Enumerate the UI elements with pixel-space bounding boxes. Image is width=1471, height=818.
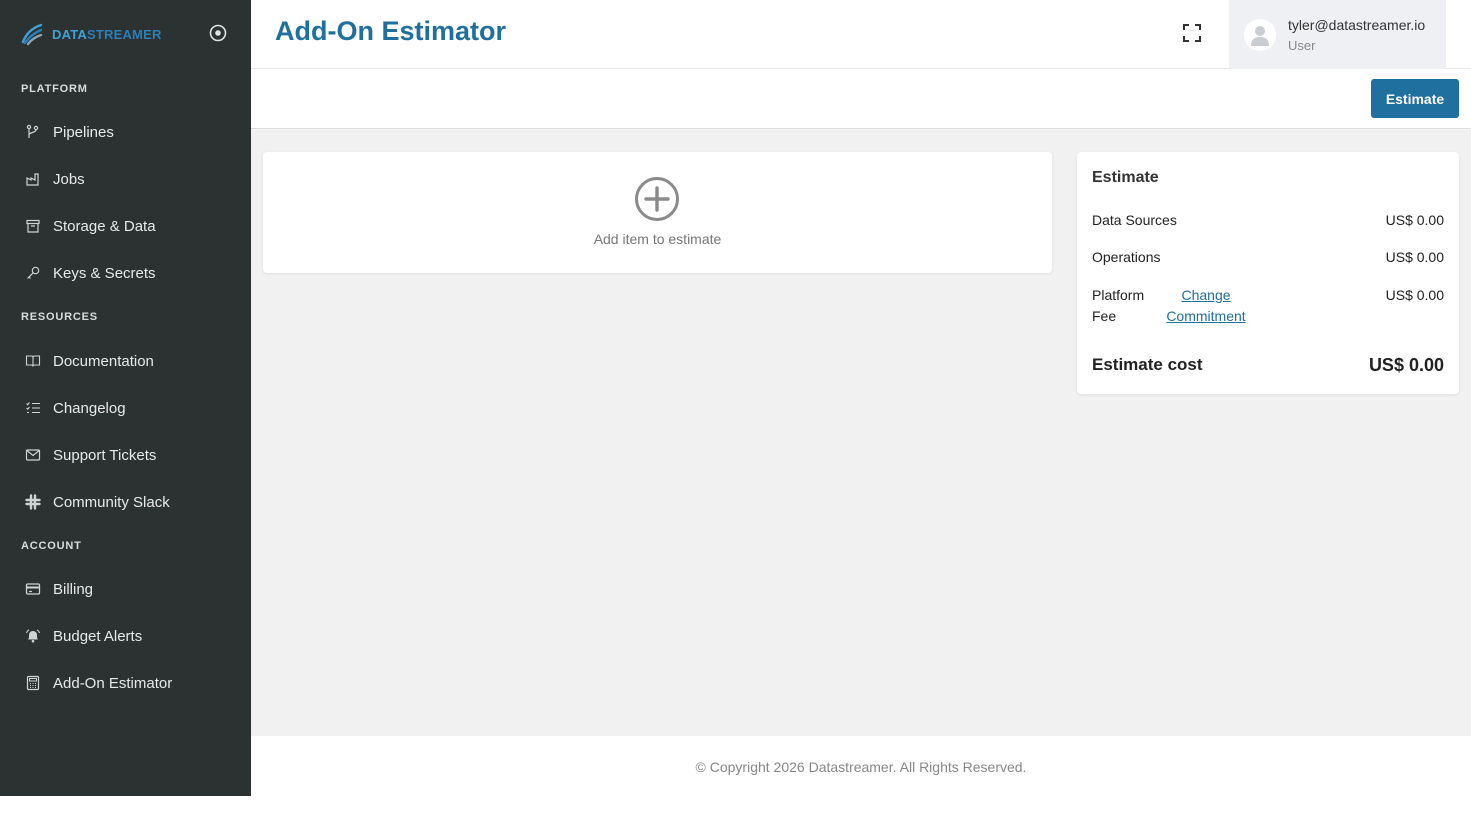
page-title: Add-On Estimator bbox=[275, 16, 507, 46]
sidebar-toggle-button[interactable] bbox=[208, 23, 228, 43]
brand-name: DATASTREAMER bbox=[52, 26, 162, 42]
sidebar-item-label: Jobs bbox=[53, 170, 85, 188]
bell-icon bbox=[25, 628, 41, 644]
archive-icon bbox=[25, 218, 41, 234]
estimate-button[interactable]: Estimate bbox=[1371, 79, 1459, 118]
sidebar-item-support-tickets[interactable]: Support Tickets bbox=[0, 435, 251, 475]
operations-value: US$ 0.00 bbox=[1385, 249, 1444, 265]
action-toolbar: Estimate bbox=[251, 69, 1471, 129]
change-commitment-link[interactable]: Change Commitment bbox=[1161, 285, 1251, 327]
book-icon bbox=[25, 353, 41, 369]
envelope-icon bbox=[25, 447, 41, 463]
factory-icon bbox=[25, 171, 41, 187]
sidebar-item-add-on-estimator[interactable]: Add-On Estimator bbox=[0, 663, 251, 703]
branch-icon bbox=[25, 124, 41, 140]
estimate-cost-value: US$ 0.00 bbox=[1368, 355, 1444, 375]
sidebar: DATASTREAMER PLATFORM Pipelines Jobs Sto… bbox=[0, 0, 251, 796]
datastreamer-logo-icon bbox=[21, 23, 43, 46]
sidebar-item-label: Billing bbox=[53, 580, 94, 598]
user-role: User bbox=[1288, 37, 1316, 53]
sidebar-item-documentation[interactable]: Documentation bbox=[0, 341, 251, 381]
sidebar-item-label: Support Tickets bbox=[53, 446, 157, 464]
sidebar-item-community-slack[interactable]: Community Slack bbox=[0, 482, 251, 522]
sidebar-item-jobs[interactable]: Jobs bbox=[0, 159, 251, 199]
sidebar-item-label: Storage & Data bbox=[53, 217, 156, 235]
user-email: tyler@datastreamer.io bbox=[1288, 16, 1426, 33]
top-header: Add-On Estimator tyler@datastreamer.io U… bbox=[251, 0, 1471, 69]
sidebar-item-changelog[interactable]: Changelog bbox=[0, 388, 251, 428]
slack-icon bbox=[25, 494, 41, 510]
sidebar-item-storage-data[interactable]: Storage & Data bbox=[0, 206, 251, 246]
sidebar-item-label: Add-On Estimator bbox=[53, 674, 173, 692]
sidebar-item-label: Documentation bbox=[53, 352, 154, 370]
fullscreen-icon bbox=[1183, 24, 1201, 42]
change-commitment-link-line2: Commitment bbox=[1166, 308, 1246, 324]
platform-fee-label-line1: Platform bbox=[1092, 287, 1145, 303]
platform-fee-value: US$ 0.00 bbox=[1385, 287, 1444, 303]
data-sources-label: Data Sources bbox=[1092, 212, 1177, 228]
copyright-text: © Copyright 2026 Datastreamer. All Right… bbox=[695, 759, 1027, 775]
estimate-title: Estimate bbox=[1092, 169, 1159, 186]
estimate-summary-card: Estimate Data Sources US$ 0.00 Operation… bbox=[1077, 152, 1459, 394]
sidebar-item-keys-secrets[interactable]: Keys & Secrets bbox=[0, 253, 251, 293]
plus-circle-icon bbox=[635, 177, 679, 221]
user-menu[interactable]: tyler@datastreamer.io User bbox=[1229, 0, 1446, 69]
calculator-icon bbox=[25, 675, 41, 691]
sidebar-item-label: Budget Alerts bbox=[53, 627, 143, 645]
sidebar-item-label: Pipelines bbox=[53, 123, 114, 141]
fullscreen-button[interactable] bbox=[1181, 22, 1203, 44]
data-sources-value: US$ 0.00 bbox=[1385, 212, 1444, 228]
avatar bbox=[1244, 18, 1276, 51]
operations-label: Operations bbox=[1092, 249, 1161, 265]
add-item-card[interactable]: Add item to estimate bbox=[263, 152, 1052, 273]
credit-card-icon bbox=[25, 581, 41, 597]
sidebar-item-billing[interactable]: Billing bbox=[0, 569, 251, 609]
list-check-icon bbox=[25, 400, 41, 416]
footer: © Copyright 2026 Datastreamer. All Right… bbox=[251, 736, 1471, 796]
section-label-platform: PLATFORM bbox=[21, 83, 88, 95]
sidebar-item-pipelines[interactable]: Pipelines bbox=[0, 112, 251, 152]
brand-logo[interactable]: DATASTREAMER bbox=[20, 22, 162, 46]
estimate-cost-label: Estimate cost bbox=[1092, 355, 1203, 374]
section-label-account: ACCOUNT bbox=[21, 540, 82, 552]
sidebar-item-label: Changelog bbox=[53, 399, 126, 417]
user-icon bbox=[1251, 25, 1269, 46]
add-item-label: Add item to estimate bbox=[593, 231, 722, 247]
change-commitment-link-line1: Change bbox=[1181, 287, 1231, 303]
section-label-resources: RESOURCES bbox=[21, 311, 98, 323]
sidebar-item-budget-alerts[interactable]: Budget Alerts bbox=[0, 616, 251, 656]
main-content: Add item to estimate Estimate Data Sourc… bbox=[251, 130, 1471, 736]
radio-circle-icon bbox=[209, 24, 227, 42]
platform-fee-label-line2: Fee bbox=[1092, 308, 1117, 324]
sidebar-item-label: Keys & Secrets bbox=[53, 264, 156, 282]
key-icon bbox=[25, 265, 41, 281]
sidebar-item-label: Community Slack bbox=[53, 493, 170, 511]
